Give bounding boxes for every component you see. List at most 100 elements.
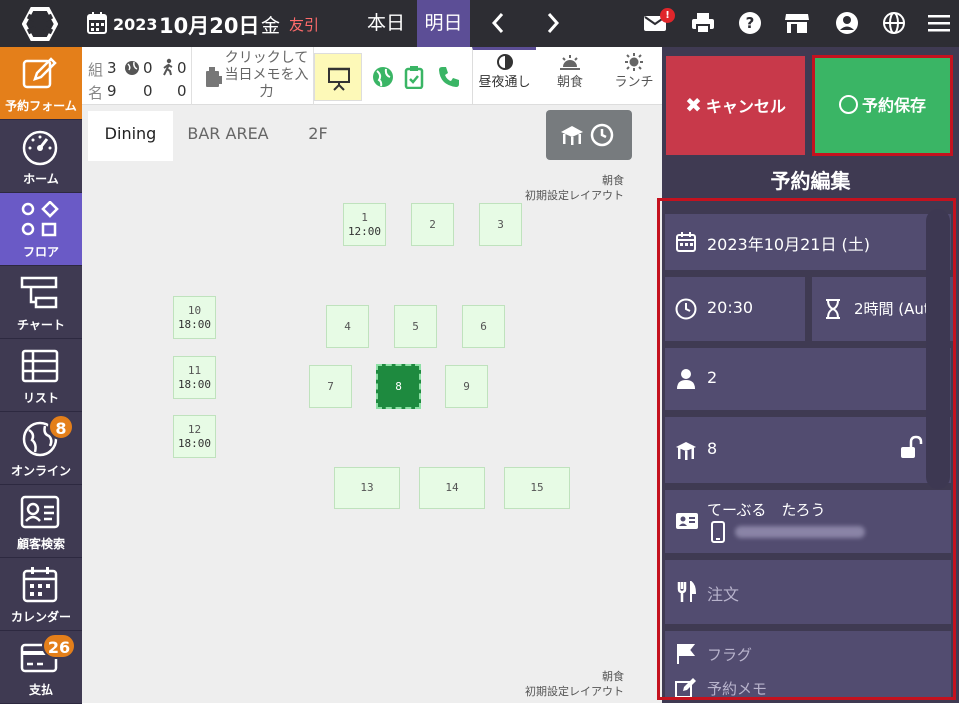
clock-icon bbox=[590, 123, 614, 147]
globe-icon[interactable] bbox=[881, 10, 907, 36]
table-field[interactable]: 8 bbox=[665, 417, 951, 483]
tomorrow-button[interactable]: 明日 bbox=[417, 0, 470, 47]
table-value: 8 bbox=[707, 439, 718, 458]
date-year[interactable]: 2023 bbox=[113, 15, 158, 34]
meal-tab-breakfast[interactable]: 朝食 bbox=[538, 47, 602, 105]
sidebar-item-floor[interactable]: フロア bbox=[0, 193, 82, 266]
calendar-icon[interactable] bbox=[87, 12, 107, 34]
table-number: 1 bbox=[361, 210, 368, 224]
unlock-icon[interactable] bbox=[898, 435, 924, 461]
floor-map: Dining BAR AREA 2F 朝食 初期設定レイアウト 朝食 初期設定レ… bbox=[82, 105, 662, 703]
layout-label: 初期設定レイアウト bbox=[525, 189, 624, 202]
table-1[interactable]: 1 12:00 bbox=[343, 203, 386, 246]
phone-number-blurred bbox=[735, 526, 865, 538]
flag-memo-field[interactable]: フラグ 予約メモ bbox=[665, 631, 951, 698]
calendar-icon bbox=[676, 232, 696, 252]
count-summary[interactable]: 組 3 名 9 0 0 0 0 bbox=[82, 47, 192, 105]
walkin-groups: 0 bbox=[177, 59, 187, 77]
table-4[interactable]: 4 bbox=[326, 305, 369, 348]
tab-dining[interactable]: Dining bbox=[88, 111, 173, 161]
memo-icon bbox=[206, 67, 222, 87]
chevron-left-icon[interactable] bbox=[484, 8, 514, 38]
table-6[interactable]: 6 bbox=[462, 305, 505, 348]
table-time: 18:00 bbox=[177, 377, 212, 391]
chevron-right-icon[interactable] bbox=[537, 8, 567, 38]
table-9[interactable]: 9 bbox=[445, 365, 488, 408]
daily-memo-button[interactable]: クリックして当日メモを入力 bbox=[194, 47, 314, 105]
cancel-label: キャンセル bbox=[705, 97, 786, 116]
menu-icon[interactable] bbox=[926, 10, 952, 36]
order-field[interactable]: 注文 bbox=[665, 560, 951, 624]
groups-count: 3 bbox=[107, 59, 117, 77]
table-8[interactable]: 8 bbox=[376, 364, 421, 409]
circle-icon bbox=[838, 95, 858, 114]
customer-field[interactable]: てーぶる たろう bbox=[665, 490, 951, 553]
table-14[interactable]: 14 bbox=[419, 467, 485, 509]
scrollbar[interactable] bbox=[926, 209, 950, 489]
time-field[interactable]: 20:30 bbox=[665, 277, 805, 341]
phone-icon[interactable] bbox=[437, 65, 461, 89]
tab-bar-area[interactable]: BAR AREA bbox=[178, 111, 278, 161]
walkin-people: 0 bbox=[177, 82, 187, 100]
store-icon[interactable] bbox=[784, 10, 810, 36]
date-field[interactable]: 2023年10月21日 (土) bbox=[665, 214, 951, 270]
meal-label: 昼夜通し bbox=[478, 75, 531, 90]
sidebar: 予約フォーム ホーム フロア チャート リスト オンライン 8 顧客検索 カレン… bbox=[0, 47, 82, 704]
sidebar-item-calendar[interactable]: カレンダー bbox=[0, 558, 82, 631]
logo-icon[interactable] bbox=[22, 7, 58, 41]
reservation-panel: ✖ キャンセル 予約保存 予約編集 2023年10月21日 (土) 20:30 2… bbox=[657, 47, 959, 703]
table-3[interactable]: 3 bbox=[479, 203, 522, 246]
meal-tab-lunch[interactable]: ランチ bbox=[602, 47, 666, 105]
meal-period-label: 朝食 bbox=[602, 670, 624, 683]
save-reservation-button[interactable]: 予約保存 bbox=[812, 55, 953, 156]
utensils-icon bbox=[677, 581, 697, 602]
cancel-button[interactable]: ✖ キャンセル bbox=[666, 56, 805, 155]
table-2[interactable]: 2 bbox=[411, 203, 454, 246]
online-globe-icon[interactable] bbox=[372, 66, 394, 88]
memo-text: クリックして当日メモを入力 bbox=[224, 50, 309, 100]
help-icon[interactable]: ? bbox=[737, 10, 763, 36]
meal-label: ランチ bbox=[614, 75, 654, 90]
table-number: 6 bbox=[480, 319, 487, 333]
meal-period-label: 朝食 bbox=[602, 174, 624, 187]
tab-2f[interactable]: 2F bbox=[283, 111, 353, 161]
seat-time-view-button[interactable] bbox=[546, 110, 632, 160]
table-13[interactable]: 13 bbox=[334, 467, 400, 509]
mobile-phone-icon bbox=[711, 521, 725, 543]
sidebar-item-home[interactable]: ホーム bbox=[0, 120, 82, 193]
sidebar-item-reservation-form[interactable]: 予約フォーム bbox=[0, 47, 82, 120]
sidebar-item-list[interactable]: リスト bbox=[0, 339, 82, 412]
svg-text:?: ? bbox=[746, 14, 755, 32]
meal-tab-all-day[interactable]: 昼夜通し bbox=[472, 47, 536, 105]
presentation-button[interactable] bbox=[314, 53, 362, 101]
printer-icon[interactable] bbox=[690, 10, 716, 36]
sun-icon bbox=[625, 53, 643, 71]
date-month-day[interactable]: 10月20日 bbox=[159, 10, 259, 40]
table-number: 10 bbox=[187, 303, 202, 317]
people-field[interactable]: 2 bbox=[665, 348, 951, 410]
table-15[interactable]: 15 bbox=[504, 467, 570, 509]
sidebar-item-chart[interactable]: チャート bbox=[0, 266, 82, 339]
table-10[interactable]: 10 18:00 bbox=[173, 296, 216, 339]
day-night-icon bbox=[496, 54, 513, 70]
table-7[interactable]: 7 bbox=[309, 365, 352, 408]
memo-label: 予約メモ bbox=[707, 680, 768, 698]
groups-label: 組 bbox=[88, 61, 104, 79]
today-button[interactable]: 本日 bbox=[355, 0, 417, 47]
table-number: 9 bbox=[463, 379, 470, 393]
clipboard-icon[interactable] bbox=[404, 65, 424, 89]
floor-info-bottom: 朝食 初期設定レイアウト bbox=[525, 669, 624, 699]
sunrise-icon bbox=[560, 55, 580, 70]
sidebar-item-label: 顧客検索 bbox=[16, 537, 65, 551]
table-11[interactable]: 11 18:00 bbox=[173, 356, 216, 399]
online-groups: 0 bbox=[143, 59, 153, 77]
sidebar-item-customer-search[interactable]: 顧客検索 bbox=[0, 485, 82, 558]
online-people: 0 bbox=[143, 82, 153, 100]
customer-name: てーぶる たろう bbox=[707, 501, 826, 519]
table-5[interactable]: 5 bbox=[394, 305, 437, 348]
edit-icon bbox=[22, 57, 57, 89]
id-card-icon bbox=[676, 513, 698, 529]
table-12[interactable]: 12 18:00 bbox=[173, 415, 216, 458]
sidebar-item-label: ホーム bbox=[23, 172, 59, 186]
account-icon[interactable] bbox=[834, 10, 860, 36]
